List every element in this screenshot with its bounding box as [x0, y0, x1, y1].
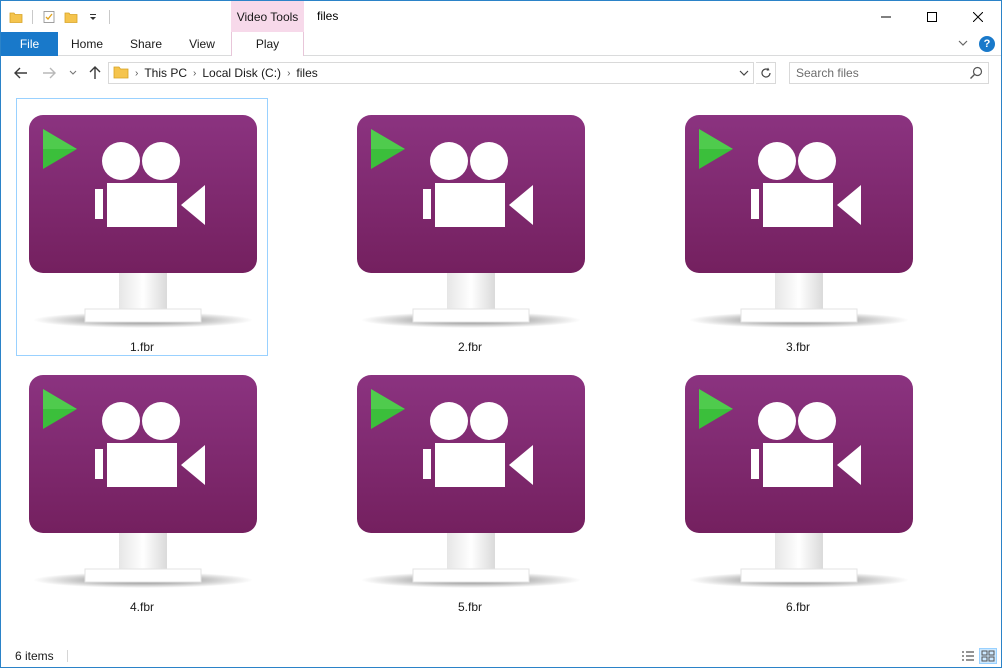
file-item-2[interactable]: 2.fbr: [344, 98, 596, 356]
status-divider: [67, 650, 68, 662]
explorer-window: Video Tools files File Home Share View P…: [0, 0, 1002, 668]
caption-buttons: [863, 1, 1001, 32]
close-button[interactable]: [955, 1, 1001, 32]
expand-ribbon-button[interactable]: [957, 37, 969, 51]
video-file-icon: [27, 113, 259, 329]
details-view-button[interactable]: [959, 648, 977, 664]
video-file-icon: [683, 373, 915, 589]
large-icons-view-button[interactable]: [979, 648, 997, 664]
search-icon[interactable]: [968, 65, 984, 81]
file-name: 5.fbr: [457, 600, 482, 614]
video-file-icon: [683, 113, 915, 329]
breadcrumb-local-disk[interactable]: Local Disk (C:): [202, 66, 281, 80]
file-name: 6.fbr: [785, 600, 810, 614]
title-bar: Video Tools files: [1, 1, 1001, 32]
file-name: 3.fbr: [785, 340, 810, 354]
status-bar: 6 items: [1, 645, 1001, 667]
minimize-button[interactable]: [863, 1, 909, 32]
file-item-5[interactable]: 5.fbr: [344, 358, 596, 616]
details-view-icon: [962, 651, 974, 661]
tab-share[interactable]: Share: [116, 32, 176, 56]
close-icon: [973, 11, 983, 22]
arrow-up-icon: [89, 66, 101, 79]
file-view: 1.fbr 2.fbr 3.fbr 4.fbr 5.fbr 6.fbr: [1, 90, 1001, 645]
context-tab-group-label: Video Tools: [231, 1, 304, 32]
maximize-button[interactable]: [909, 1, 955, 32]
file-item-1[interactable]: 1.fbr: [16, 98, 268, 356]
up-button[interactable]: [85, 63, 105, 83]
arrow-left-icon: [14, 67, 27, 79]
toolbar-divider: [109, 10, 110, 24]
arrow-right-icon: [43, 67, 56, 79]
tab-home[interactable]: Home: [58, 32, 116, 56]
video-file-icon: [355, 373, 587, 589]
refresh-icon: [760, 67, 771, 78]
ribbon-tabs: File Home Share View Play ?: [1, 32, 1001, 56]
toolbar-divider: [32, 10, 33, 24]
tab-file[interactable]: File: [1, 32, 58, 56]
address-history-dropdown[interactable]: [735, 63, 753, 83]
customize-dropdown-icon[interactable]: [84, 7, 102, 27]
forward-button[interactable]: [39, 63, 59, 83]
file-name: 2.fbr: [457, 340, 482, 354]
address-bar[interactable]: › This PC › Local Disk (C:) › files: [108, 62, 754, 84]
file-item-3[interactable]: 3.fbr: [672, 98, 924, 356]
minimize-icon: [881, 16, 891, 17]
tab-play[interactable]: Play: [231, 32, 304, 56]
search-input[interactable]: [796, 65, 966, 81]
breadcrumb-files[interactable]: files: [296, 66, 317, 80]
view-toggle: [959, 648, 997, 664]
breadcrumb: › This PC › Local Disk (C:) › files: [113, 63, 318, 83]
chevron-down-icon: [739, 70, 749, 76]
video-file-icon: [27, 373, 259, 589]
quick-access-toolbar: [7, 7, 113, 27]
maximize-icon: [927, 11, 937, 22]
properties-icon[interactable]: [40, 7, 58, 27]
window-title: files: [317, 9, 339, 23]
file-item-6[interactable]: 6.fbr: [672, 358, 924, 616]
help-button[interactable]: ?: [979, 36, 995, 52]
video-file-icon: [355, 113, 587, 329]
chevron-right-icon[interactable]: ›: [135, 68, 138, 79]
new-folder-icon[interactable]: [62, 7, 80, 27]
file-item-4[interactable]: 4.fbr: [16, 358, 268, 616]
refresh-button[interactable]: [756, 62, 776, 84]
tab-view[interactable]: View: [176, 32, 228, 56]
recent-locations-button[interactable]: [63, 63, 83, 83]
file-name: 1.fbr: [129, 340, 154, 354]
chevron-down-icon: [958, 40, 968, 46]
breadcrumb-this-pc[interactable]: This PC: [144, 66, 187, 80]
folder-icon: [113, 65, 129, 82]
search-box[interactable]: [789, 62, 989, 84]
back-button[interactable]: [11, 63, 31, 83]
ribbon-controls: ?: [957, 36, 995, 52]
chevron-right-icon[interactable]: ›: [193, 68, 196, 79]
file-name: 4.fbr: [129, 600, 154, 614]
large-icons-view-icon: [981, 650, 995, 662]
folder-icon[interactable]: [7, 7, 25, 27]
chevron-right-icon[interactable]: ›: [287, 68, 290, 79]
chevron-down-icon: [69, 70, 77, 75]
item-count: 6 items: [15, 649, 54, 663]
